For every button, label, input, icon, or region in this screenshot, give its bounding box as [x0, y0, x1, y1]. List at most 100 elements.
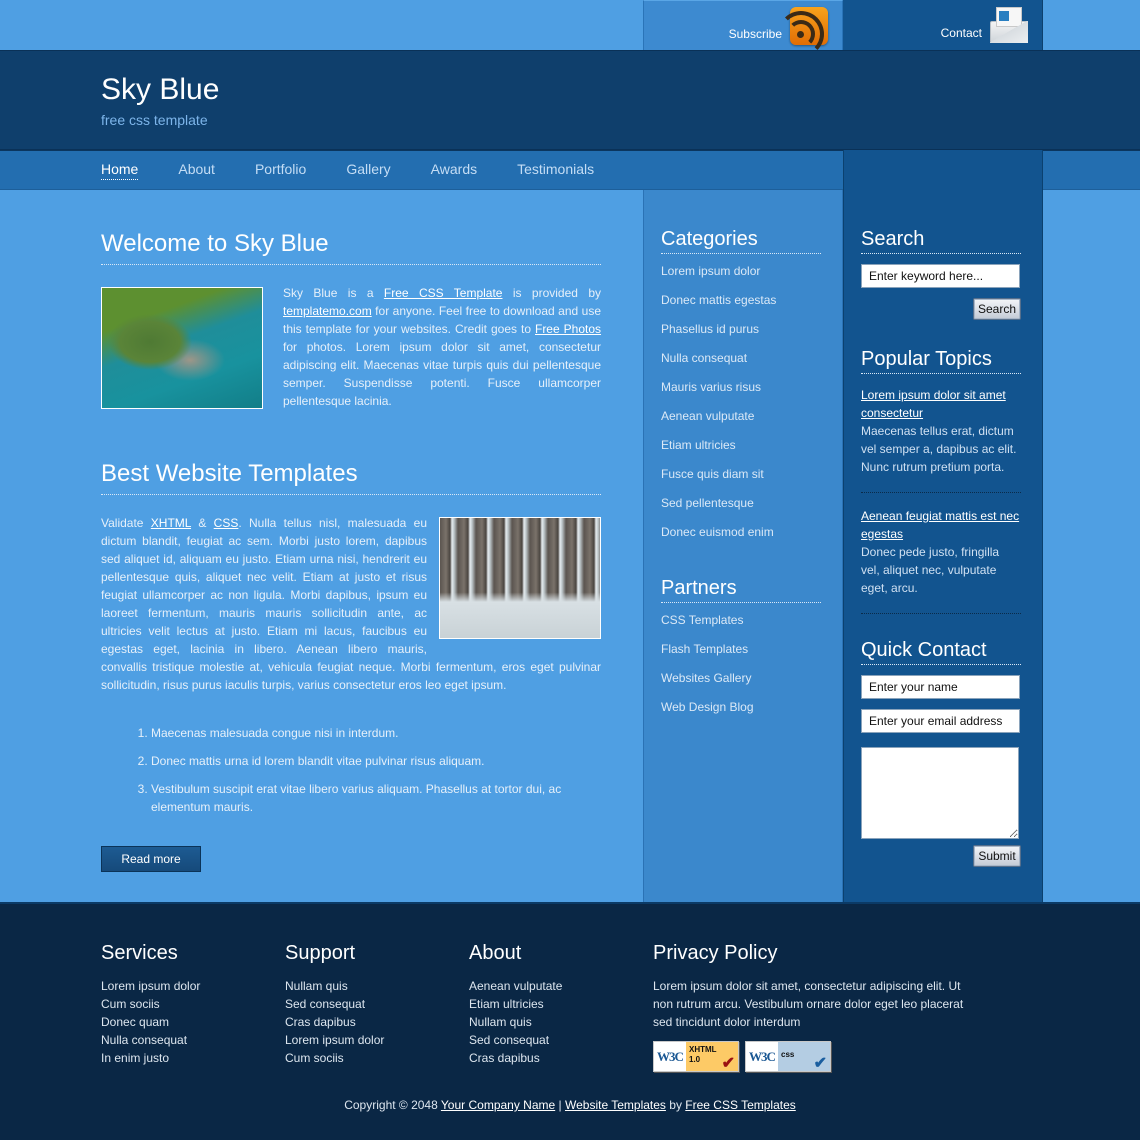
footer-link[interactable]: Lorem ipsum dolor: [285, 1031, 384, 1049]
partners-heading: Partners: [661, 577, 821, 603]
topic-item: Lorem ipsum dolor sit amet consectetur M…: [861, 374, 1021, 493]
categories-heading: Categories: [661, 228, 821, 254]
footer-link[interactable]: Donec quam: [101, 1013, 200, 1031]
nav-item-home[interactable]: Home: [101, 161, 139, 180]
free-photos-link[interactable]: Free Photos: [535, 322, 601, 336]
list-item: Donec mattis urna id lorem blandit vitae…: [151, 752, 601, 770]
partner-link[interactable]: Websites Gallery: [661, 670, 821, 699]
subscribe-label: Subscribe: [728, 26, 782, 41]
w3c-logo: W3C: [657, 1048, 684, 1064]
footer-link[interactable]: Cum sociis: [101, 995, 200, 1013]
footer-about: About Aenean vulputate Etiam ultricies N…: [469, 942, 562, 1067]
footer-about-heading: About: [469, 942, 522, 964]
message-textarea[interactable]: [861, 747, 1019, 839]
topic-link[interactable]: Lorem ipsum dolor sit amet consectetur: [861, 388, 1006, 420]
numbered-list: Maecenas malesuada congue nisi in interd…: [151, 724, 601, 826]
checkmark-icon: ✔: [813, 1055, 827, 1072]
category-link[interactable]: Etiam ultricies: [661, 437, 821, 466]
footer-link[interactable]: Cras dapibus: [285, 1013, 384, 1031]
category-link[interactable]: Nulla consequat: [661, 350, 821, 379]
waterfall-photo: [439, 517, 601, 639]
badge-label: css: [781, 1050, 795, 1059]
text: |: [555, 1098, 565, 1112]
best-templates-heading: Best Website Templates: [101, 460, 601, 495]
site-title[interactable]: Sky Blue: [101, 73, 219, 107]
templatemo-link[interactable]: templatemo.com: [283, 304, 372, 318]
company-link[interactable]: Your Company Name: [441, 1098, 555, 1112]
checkmark-icon: ✔: [721, 1055, 735, 1072]
badge-label: XHTML: [689, 1045, 717, 1054]
category-link[interactable]: Sed pellentesque: [661, 495, 821, 524]
partner-link[interactable]: Web Design Blog: [661, 699, 821, 728]
footer-link[interactable]: Etiam ultricies: [469, 995, 562, 1013]
category-link[interactable]: Aenean vulputate: [661, 408, 821, 437]
nav-item-gallery[interactable]: Gallery: [346, 161, 390, 180]
category-link[interactable]: Phasellus id purus: [661, 321, 821, 350]
name-field[interactable]: [861, 675, 1020, 699]
categories-section: Categories Lorem ipsum dolor Donec matti…: [661, 228, 821, 553]
nav-dark-segment: [843, 150, 1043, 190]
footer-link[interactable]: Cras dapibus: [469, 1049, 562, 1067]
xhtml-link[interactable]: XHTML: [151, 516, 191, 530]
partners-section: Partners CSS Templates Flash Templates W…: [661, 577, 821, 728]
w3c-css-badge[interactable]: W3C css ✔: [745, 1041, 831, 1072]
search-heading: Search: [861, 228, 1021, 254]
free-css-template-link[interactable]: Free CSS Template: [384, 286, 503, 300]
topic-item: Aenean feugiat mattis est nec egestas Do…: [861, 493, 1021, 614]
search-button[interactable]: Search: [973, 298, 1021, 320]
subscribe-link[interactable]: Subscribe: [643, 0, 843, 57]
free-css-templates-link[interactable]: Free CSS Templates: [685, 1098, 796, 1112]
contact-label: Contact: [940, 26, 982, 40]
category-link[interactable]: Donec mattis egestas: [661, 292, 821, 321]
footer-privacy: Privacy Policy Lorem ipsum dolor sit ame…: [653, 942, 983, 1072]
text: is provided by: [502, 286, 601, 300]
nav-item-testimonials[interactable]: Testimonials: [517, 161, 594, 180]
text: for photos. Lorem ipsum dolor sit amet, …: [283, 340, 601, 408]
privacy-text: Lorem ipsum dolor sit amet, consectetur …: [653, 979, 964, 1029]
island-photo: [101, 287, 263, 409]
text: &: [191, 516, 214, 530]
css-link[interactable]: CSS: [214, 516, 239, 530]
footer-services-heading: Services: [101, 942, 178, 964]
popular-topics-heading: Popular Topics: [861, 348, 1021, 374]
nav-item-about[interactable]: About: [178, 161, 215, 180]
top-bar: Subscribe Contact: [0, 0, 1140, 57]
search-input[interactable]: [861, 264, 1020, 288]
site-header: Sky Blue free css template: [0, 50, 1140, 150]
category-link[interactable]: Mauris varius risus: [661, 379, 821, 408]
quick-contact-heading: Quick Contact: [861, 639, 1021, 665]
w3c-xhtml-badge[interactable]: W3C XHTML 1.0 ✔: [653, 1041, 739, 1072]
read-more-button[interactable]: Read more: [101, 846, 201, 872]
nav-item-portfolio[interactable]: Portfolio: [255, 161, 306, 180]
text: by: [665, 1098, 686, 1112]
footer-link[interactable]: Sed consequat: [469, 1031, 562, 1049]
partner-link[interactable]: Flash Templates: [661, 641, 821, 670]
footer-link[interactable]: Sed consequat: [285, 995, 384, 1013]
contact-link[interactable]: Contact: [843, 0, 1043, 50]
partner-link[interactable]: CSS Templates: [661, 612, 821, 641]
website-templates-link[interactable]: Website Templates: [565, 1098, 666, 1112]
list-item: Maecenas malesuada congue nisi in interd…: [151, 724, 601, 742]
footer-link[interactable]: In enim justo: [101, 1049, 200, 1067]
badge-version: 1.0: [689, 1055, 701, 1064]
footer-link[interactable]: Nullam quis: [469, 1013, 562, 1031]
text: Validate: [101, 516, 151, 530]
category-link[interactable]: Lorem ipsum dolor: [661, 263, 821, 292]
footer-support-heading: Support: [285, 942, 356, 964]
footer-services: Services Lorem ipsum dolor Cum sociis Do…: [101, 942, 200, 1067]
mail-icon: [990, 7, 1028, 43]
footer-link[interactable]: Nullam quis: [285, 977, 384, 995]
topic-link[interactable]: Aenean feugiat mattis est nec egestas: [861, 509, 1019, 541]
category-link[interactable]: Fusce quis diam sit: [661, 466, 821, 495]
category-link[interactable]: Donec euismod enim: [661, 524, 821, 553]
nav-item-awards[interactable]: Awards: [431, 161, 477, 180]
footer-link[interactable]: Cum sociis: [285, 1049, 384, 1067]
submit-button[interactable]: Submit: [973, 845, 1021, 867]
email-field[interactable]: [861, 709, 1020, 733]
footer-link[interactable]: Nulla consequat: [101, 1031, 200, 1049]
topic-text: Maecenas tellus erat, dictum vel semper …: [861, 424, 1017, 474]
text: Sky Blue is a: [283, 286, 384, 300]
footer-link[interactable]: Lorem ipsum dolor: [101, 977, 200, 995]
topic-text: Donec pede justo, fringilla vel, aliquet…: [861, 545, 1000, 595]
footer-link[interactable]: Aenean vulputate: [469, 977, 562, 995]
